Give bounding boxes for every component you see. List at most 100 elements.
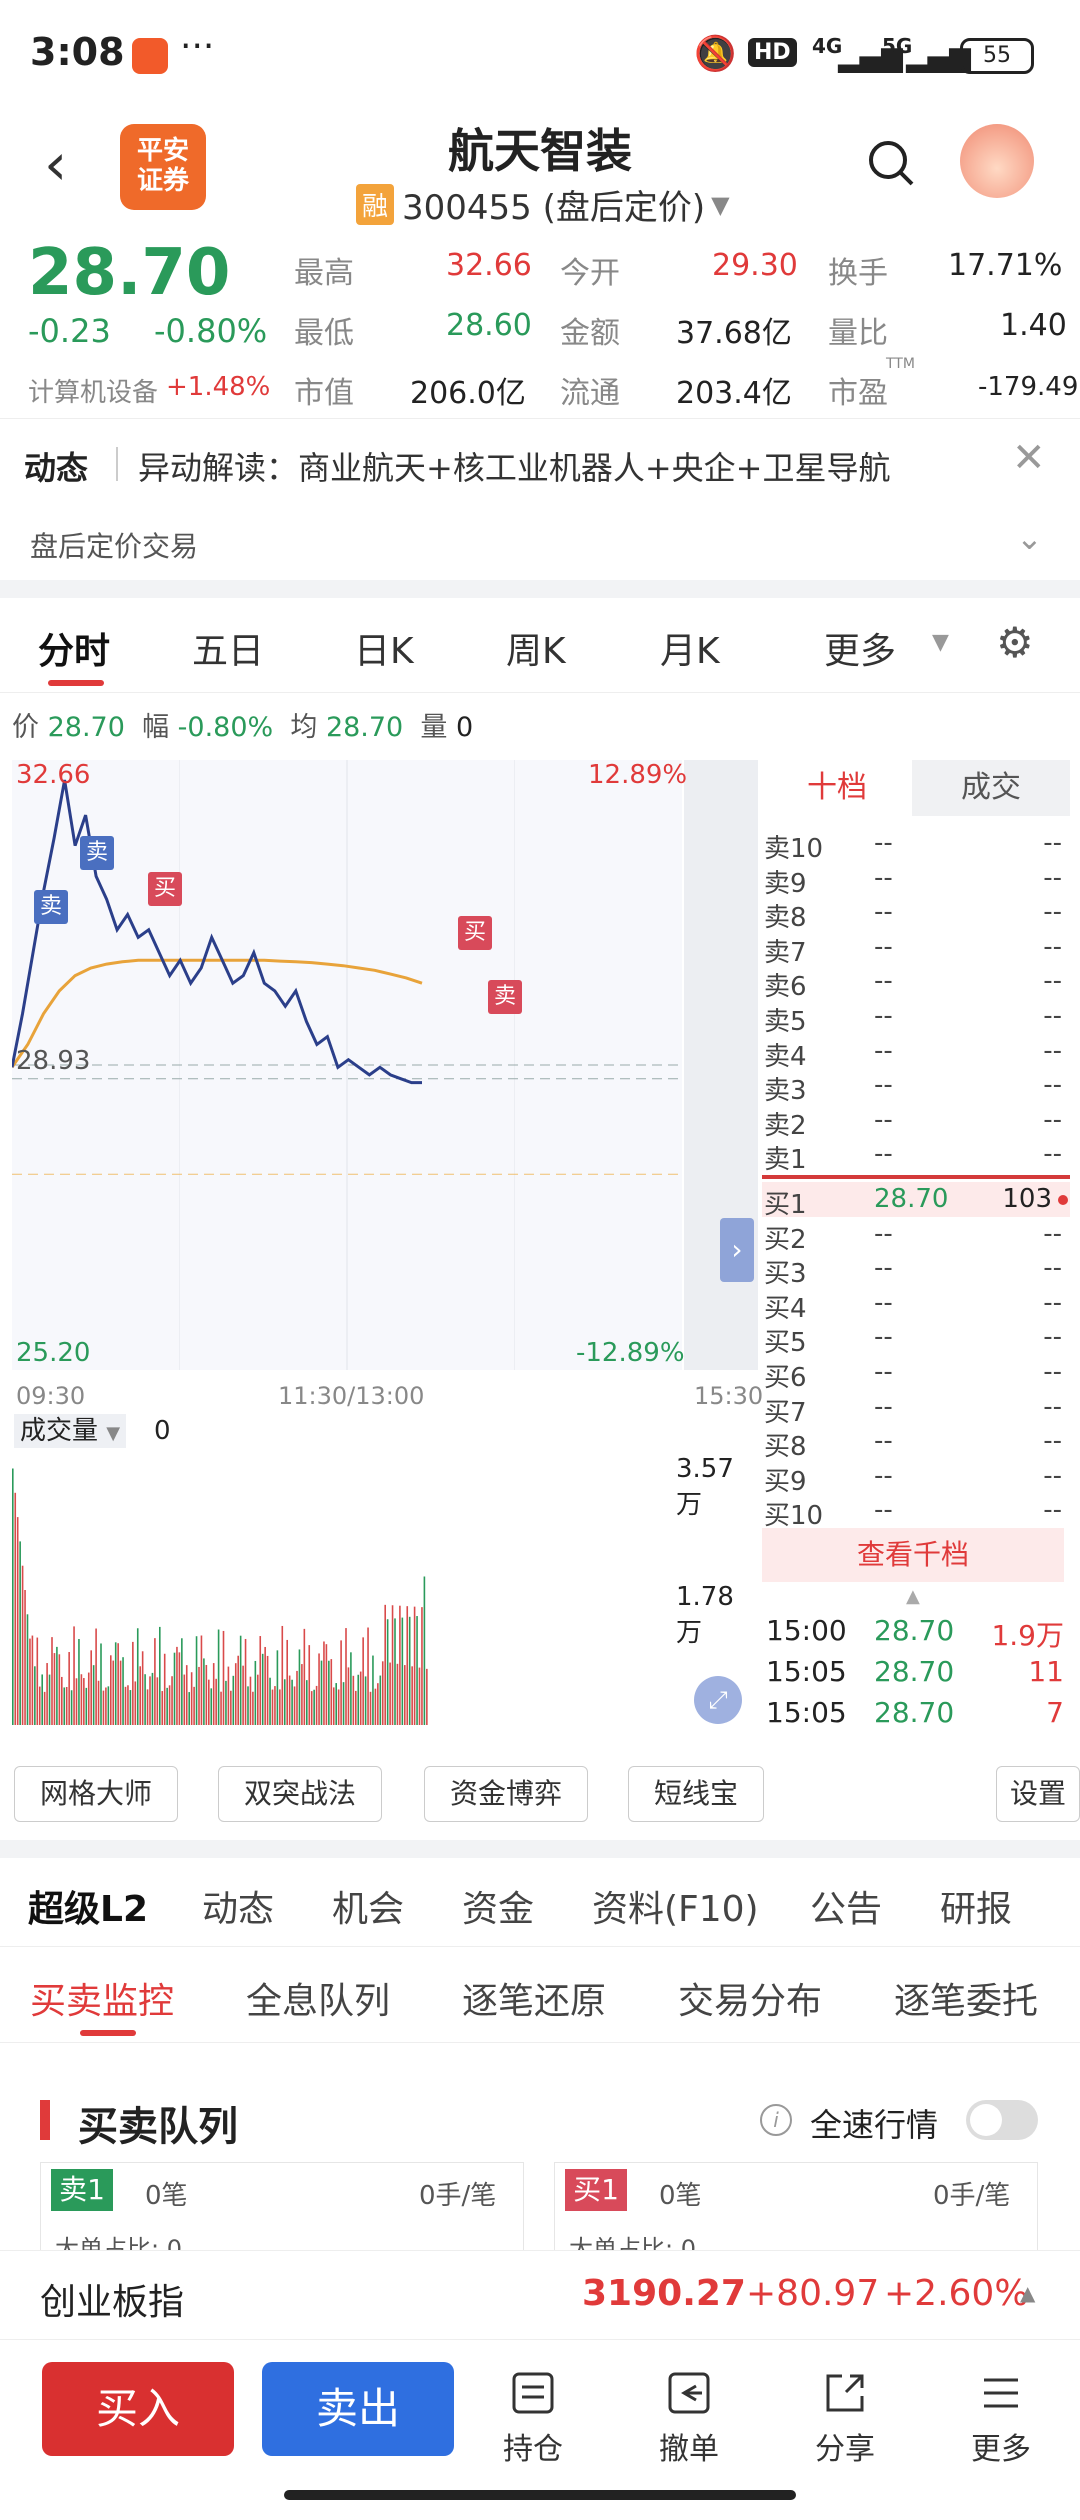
ask-row[interactable]: 卖6 -- -- xyxy=(762,964,1070,1002)
bid-row[interactable]: 买6 -- -- xyxy=(762,1355,1070,1393)
bid-row[interactable]: 买1 28.70 103 xyxy=(762,1182,1070,1220)
buy-button[interactable]: 买入 xyxy=(42,2362,234,2456)
ask-row[interactable]: 卖10 -- -- xyxy=(762,826,1070,864)
bid-row[interactable]: 买4 -- -- xyxy=(762,1286,1070,1324)
turnover-value: 17.71% xyxy=(948,248,1063,283)
amount-label: 金额 xyxy=(560,316,620,351)
fund-game-button[interactable]: 资金博弈 xyxy=(424,1766,588,1822)
bid-row[interactable]: 买2 -- -- xyxy=(762,1217,1070,1255)
tab-trade-distribution[interactable]: 交易分布 xyxy=(678,1972,822,2024)
volume-bar xyxy=(78,1638,80,1725)
bid-row[interactable]: 买3 -- -- xyxy=(762,1251,1070,1289)
volume-bar xyxy=(249,1676,252,1725)
ask-row[interactable]: 卖7 -- -- xyxy=(762,930,1070,968)
index-ticker-bar[interactable]: 创业板指 3190.27 +80.97 +2.60% ▲ xyxy=(0,2250,1080,2340)
ask-row[interactable]: 卖8 -- -- xyxy=(762,895,1070,933)
cancel-order-button[interactable]: 撤单 xyxy=(644,2370,734,2468)
level-price: -- xyxy=(874,1104,893,1135)
collapse-up-icon[interactable]: ▲ xyxy=(906,1586,920,1607)
bid-row[interactable]: 买7 -- -- xyxy=(762,1390,1070,1428)
more-dropdown-icon[interactable]: ▼ xyxy=(932,630,949,655)
tab-f10[interactable]: 资料(F10) xyxy=(592,1880,759,1932)
view-thousand-levels-button[interactable]: 查看千档 xyxy=(762,1528,1064,1582)
volume-bar xyxy=(313,1689,315,1725)
ask-row[interactable]: 卖2 -- -- xyxy=(762,1103,1070,1141)
volume-bar xyxy=(315,1685,318,1725)
chart-canvas[interactable] xyxy=(12,760,758,1745)
more-label: 更多 xyxy=(971,2432,1031,2467)
x-start-label: 09:30 xyxy=(16,1382,86,1410)
gear-icon[interactable]: ⚙ xyxy=(996,618,1034,667)
holdings-button[interactable]: 持仓 xyxy=(488,2370,578,2468)
tab-intraday[interactable]: 分时 xyxy=(38,622,110,674)
chevron-down-icon[interactable]: ⌄ xyxy=(1016,519,1043,557)
bid-row[interactable]: 买10 -- -- xyxy=(762,1493,1070,1531)
info-icon[interactable]: i xyxy=(760,2104,792,2136)
sell-button[interactable]: 卖出 xyxy=(262,2362,454,2456)
ask-row[interactable]: 卖1 -- -- xyxy=(762,1137,1070,1175)
bid-row[interactable]: 买5 -- -- xyxy=(762,1320,1070,1358)
chart-tabs: 分时 五日 日K 周K 月K 更多 ▼ ⚙ xyxy=(0,598,1080,693)
trade-time: 15:05 xyxy=(766,1655,847,1688)
news-bar[interactable]: 动态 异动解读：商业航天+核工业机器人+央企+卫星导航 ✕ 盘后定价交易 ⌄ xyxy=(0,418,1080,578)
volume-bar xyxy=(159,1626,161,1725)
volume-bar xyxy=(173,1652,176,1725)
tab-monthly-k[interactable]: 月K xyxy=(660,622,720,674)
tab-daily-k[interactable]: 日K xyxy=(354,622,414,674)
tab-tick-replay[interactable]: 逐笔还原 xyxy=(462,1972,606,2024)
quote-panel: 28.70 -0.23 -0.80% 计算机设备 +1.48% 最高 32.66… xyxy=(0,230,1080,415)
turnover-label: 换手 xyxy=(828,256,888,291)
grid-master-button[interactable]: 网格大师 xyxy=(14,1766,178,1822)
bid-row[interactable]: 买9 -- -- xyxy=(762,1459,1070,1497)
expand-up-icon[interactable]: ▲ xyxy=(1020,2281,1035,2305)
tab-trade-monitor[interactable]: 买卖监控 xyxy=(30,1972,174,2024)
tab-funds[interactable]: 资金 xyxy=(462,1880,534,1932)
tab-weekly-k[interactable]: 周K xyxy=(506,622,566,674)
tab-ten-levels[interactable]: 十档 xyxy=(762,760,912,816)
news-text[interactable]: 异动解读：商业航天+核工业机器人+央企+卫星导航 xyxy=(138,443,890,489)
tab-research[interactable]: 研报 xyxy=(940,1880,1012,1932)
tab-announcements[interactable]: 公告 xyxy=(810,1880,882,1932)
volume-bar xyxy=(347,1667,350,1725)
intraday-chart[interactable]: 32.66 12.89% 28.93 25.20 -12.89% 09:30 1… xyxy=(12,760,763,1745)
volume-bar xyxy=(293,1686,296,1725)
ask-row[interactable]: 卖3 -- -- xyxy=(762,1068,1070,1106)
status-bar: 3:08 ··· 🔕 HD 4G ▂▄▆ 5G ▂▄▆ 55 xyxy=(0,0,1080,110)
volume-bar xyxy=(418,1667,421,1725)
tools-settings-button[interactable]: 设置 xyxy=(996,1766,1080,1822)
more-button[interactable]: 更多 xyxy=(956,2370,1046,2468)
tab-super-l2[interactable]: 超级L2 xyxy=(28,1880,148,1932)
fullscreen-icon[interactable]: ⤢ xyxy=(694,1676,742,1724)
bid-level-label: 买5 xyxy=(764,1328,807,1359)
short-term-button[interactable]: 短线宝 xyxy=(628,1766,764,1822)
sell1-count: 0笔 xyxy=(145,2181,188,2211)
sector-name[interactable]: 计算机设备 xyxy=(28,372,158,409)
ask-row[interactable]: 卖4 -- -- xyxy=(762,1034,1070,1072)
bid-level-label: 买10 xyxy=(764,1501,824,1532)
tab-full-queue[interactable]: 全息队列 xyxy=(246,1972,390,2024)
level-volume: -- xyxy=(1043,1139,1062,1170)
bid-row[interactable]: 买8 -- -- xyxy=(762,1424,1070,1462)
tab-more[interactable]: 更多 xyxy=(824,622,896,674)
volume-bar xyxy=(61,1676,63,1725)
double-breakout-button[interactable]: 双突战法 xyxy=(218,1766,382,1822)
volume-indicator-select[interactable]: 成交量 ▼ xyxy=(14,1414,127,1448)
tab-trades[interactable]: 成交 xyxy=(912,760,1070,816)
assistant-avatar[interactable] xyxy=(960,124,1034,198)
volume-bar xyxy=(330,1659,333,1725)
ask-row[interactable]: 卖5 -- -- xyxy=(762,999,1070,1037)
open-label: 今开 xyxy=(560,256,620,291)
share-button[interactable]: 分享 xyxy=(800,2370,890,2468)
volume-bar xyxy=(350,1652,352,1725)
fast-quote-toggle[interactable] xyxy=(966,2100,1038,2140)
tab-five-day[interactable]: 五日 xyxy=(192,622,264,674)
ask-row[interactable]: 卖9 -- -- xyxy=(762,861,1070,899)
tab-tick-orders[interactable]: 逐笔委托 xyxy=(894,1972,1038,2024)
tab-dynamics[interactable]: 动态 xyxy=(202,1880,274,1932)
stock-code-row[interactable]: 融 300455 (盘后定价) ▼ xyxy=(356,180,730,229)
tab-opportunity[interactable]: 机会 xyxy=(332,1880,404,1932)
expand-panel-icon[interactable]: › xyxy=(720,1218,754,1282)
close-icon[interactable]: ✕ xyxy=(1012,435,1046,481)
bid-level-label: 买3 xyxy=(764,1259,807,1290)
search-icon[interactable] xyxy=(866,138,916,188)
